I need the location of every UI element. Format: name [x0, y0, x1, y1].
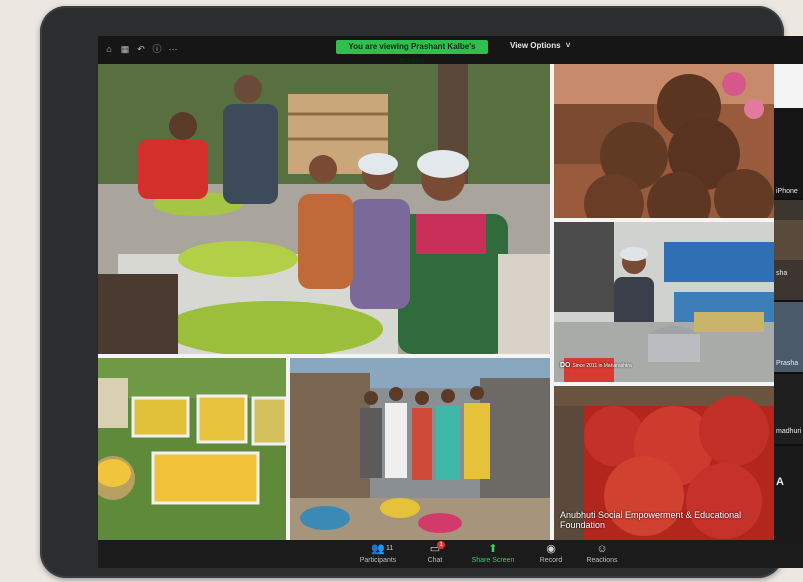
- share-screen-label: Share Screen: [471, 557, 515, 564]
- participant-strip: iPhone sha Prasha madhuri A: [774, 108, 803, 540]
- tablet-frame: ⌂ ▦ ↶ ⓘ ··· You are viewing Prashant Kal…: [40, 6, 803, 578]
- photo-group-of-men: [290, 358, 550, 540]
- participant-name: Prasha: [776, 360, 799, 367]
- top-bar: ⌂ ▦ ↶ ⓘ ··· You are viewing Prashant Kal…: [98, 36, 803, 65]
- record-button[interactable]: ◉ Record: [534, 543, 568, 564]
- meeting-toolbar: 👥 11 Participants ▭ 1 Chat ⬆ Share Screen …: [98, 540, 803, 568]
- photo-laddoos: [554, 64, 774, 218]
- participant-tile-2[interactable]: sha: [774, 200, 803, 300]
- participant-tile-1[interactable]: iPhone: [774, 108, 803, 198]
- back-icon[interactable]: ↶: [136, 44, 146, 54]
- photo-vegetable-cutting: [98, 64, 550, 354]
- participant-tile-4[interactable]: madhuri: [774, 374, 803, 444]
- photo-tomatoes: Anubhuti Social Empowerment & Educationa…: [554, 386, 774, 540]
- share-screen-button[interactable]: ⬆ Share Screen: [468, 543, 518, 564]
- chat-label: Chat: [427, 557, 443, 564]
- participant-name: A: [776, 476, 784, 488]
- participant-name: sha: [776, 270, 788, 277]
- more-icon[interactable]: ···: [168, 44, 178, 54]
- participant-name: iPhone: [776, 188, 798, 195]
- photo-kitchen-worker: DO Since 2011 in Maharashtra: [554, 222, 774, 382]
- reactions-button[interactable]: ☺ Reactions: [582, 543, 622, 564]
- small-logo-text: Since 2011 in Maharashtra: [572, 363, 632, 369]
- participants-button[interactable]: 👥 11 Participants: [358, 543, 398, 564]
- screen-share-banner: You are viewing Prashant Kalbe's screen: [336, 40, 488, 65]
- photo-drying-trays: [98, 358, 286, 540]
- view-options-label: View Options: [510, 41, 561, 50]
- record-label: Record: [539, 557, 563, 564]
- participant-tile-3[interactable]: Prasha: [774, 302, 803, 372]
- share-screen-icon: ⬆: [488, 543, 498, 555]
- record-icon: ◉: [546, 543, 556, 555]
- shared-photo-collage: DO Since 2011 in Maharashtra Anubhuti So…: [98, 64, 803, 540]
- chat-icon: ▭ 1: [429, 541, 445, 555]
- top-left-icons: ⌂ ▦ ↶ ⓘ ···: [104, 44, 178, 54]
- home-icon[interactable]: ⌂: [104, 44, 114, 54]
- info-icon[interactable]: ⓘ: [152, 44, 162, 54]
- reactions-icon: ☺: [596, 543, 608, 555]
- chevron-down-icon: ˅: [565, 41, 571, 50]
- participants-icon: 👥 11: [371, 543, 394, 555]
- zoom-meeting-screen: ⌂ ▦ ↶ ⓘ ··· You are viewing Prashant Kal…: [98, 36, 803, 568]
- small-logo-caption: DO Since 2011 in Maharashtra: [560, 362, 632, 369]
- participant-video: [774, 220, 803, 260]
- participant-name: madhuri: [776, 428, 802, 435]
- small-logo-brand: DO: [560, 362, 571, 369]
- participant-tile-5[interactable]: A: [774, 446, 803, 540]
- view-options-button[interactable]: View Options ˅: [510, 41, 570, 50]
- chat-button[interactable]: ▭ 1 Chat: [420, 541, 450, 564]
- participants-label: Participants: [359, 557, 397, 564]
- org-caption: Anubhuti Social Empowerment & Educationa…: [560, 510, 742, 530]
- chat-badge: 1: [437, 541, 445, 549]
- reactions-label: Reactions: [586, 557, 618, 564]
- grid-icon[interactable]: ▦: [120, 44, 130, 54]
- participants-count: 11: [386, 545, 394, 552]
